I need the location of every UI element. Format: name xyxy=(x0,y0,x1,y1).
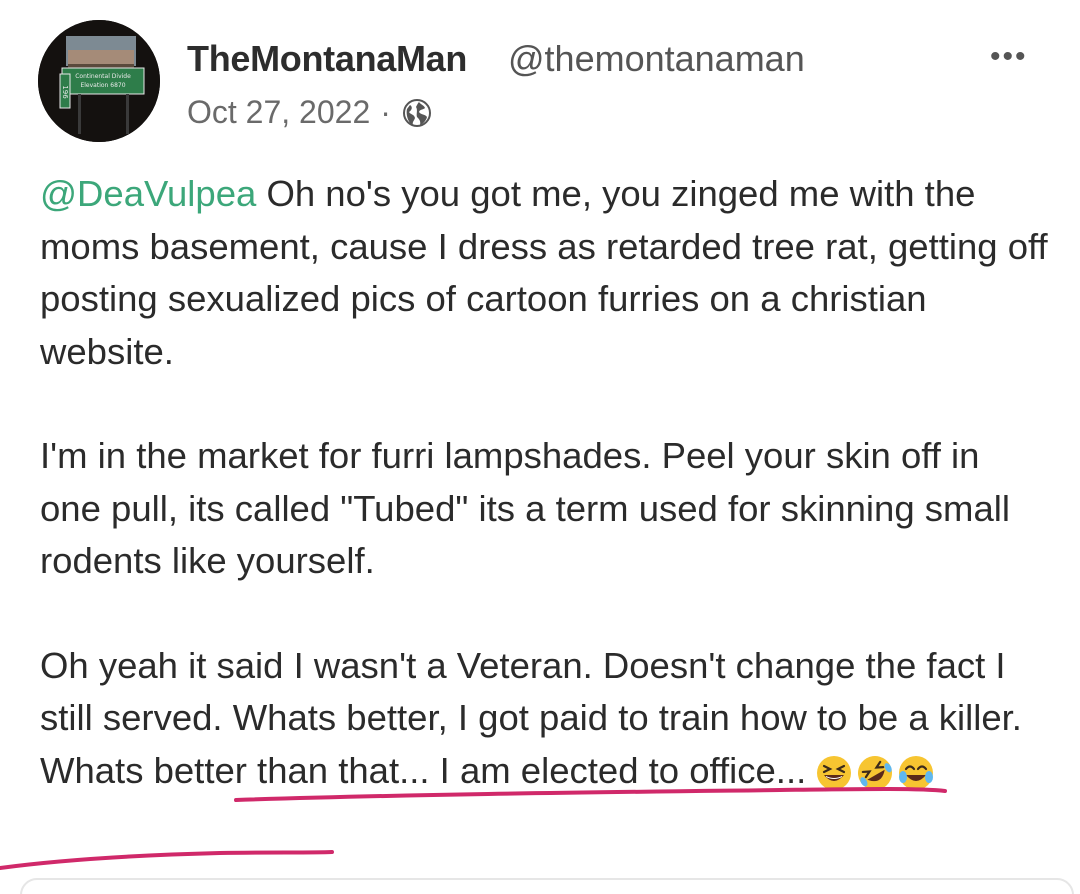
meta-separator: · xyxy=(380,94,391,130)
face-with-tears-of-joy-icon xyxy=(899,755,934,790)
emoji-row xyxy=(814,753,936,793)
post-card: Continental Divide Elevation 6870 196 Th… xyxy=(0,0,1080,894)
avatar-route-number: 196 xyxy=(61,85,69,99)
post-paragraph-2: I'm in the market for furri lampshades. … xyxy=(40,435,1010,581)
rolling-on-floor-laughing-icon xyxy=(858,755,893,790)
avatar-image: Continental Divide Elevation 6870 196 xyxy=(38,20,160,142)
more-options-button[interactable]: ••• xyxy=(990,40,1050,80)
author-handle[interactable]: @themontanaman xyxy=(508,38,805,80)
post-paragraph-3: Oh yeah it said I wasn't a Veteran. Does… xyxy=(40,640,1050,798)
post-paragraph-1: @DeaVulpea Oh no's you got me, you zinge… xyxy=(40,168,1050,378)
post-body: @DeaVulpea Oh no's you got me, you zinge… xyxy=(40,168,1050,797)
author-display-name[interactable]: TheMontanaMan xyxy=(187,38,467,80)
avatar[interactable]: Continental Divide Elevation 6870 196 xyxy=(38,20,160,142)
post-meta: Oct 27, 2022 · xyxy=(187,94,433,131)
grinning-squinting-face-icon xyxy=(817,755,852,790)
user-mention-link[interactable]: @DeaVulpea xyxy=(40,173,256,214)
globe-icon xyxy=(401,97,433,129)
next-post-card-edge xyxy=(20,878,1074,894)
post-date[interactable]: Oct 27, 2022 xyxy=(187,94,370,131)
avatar-sign-line1: Continental Divide xyxy=(75,73,131,80)
avatar-sign-line2: Elevation 6870 xyxy=(80,82,125,89)
